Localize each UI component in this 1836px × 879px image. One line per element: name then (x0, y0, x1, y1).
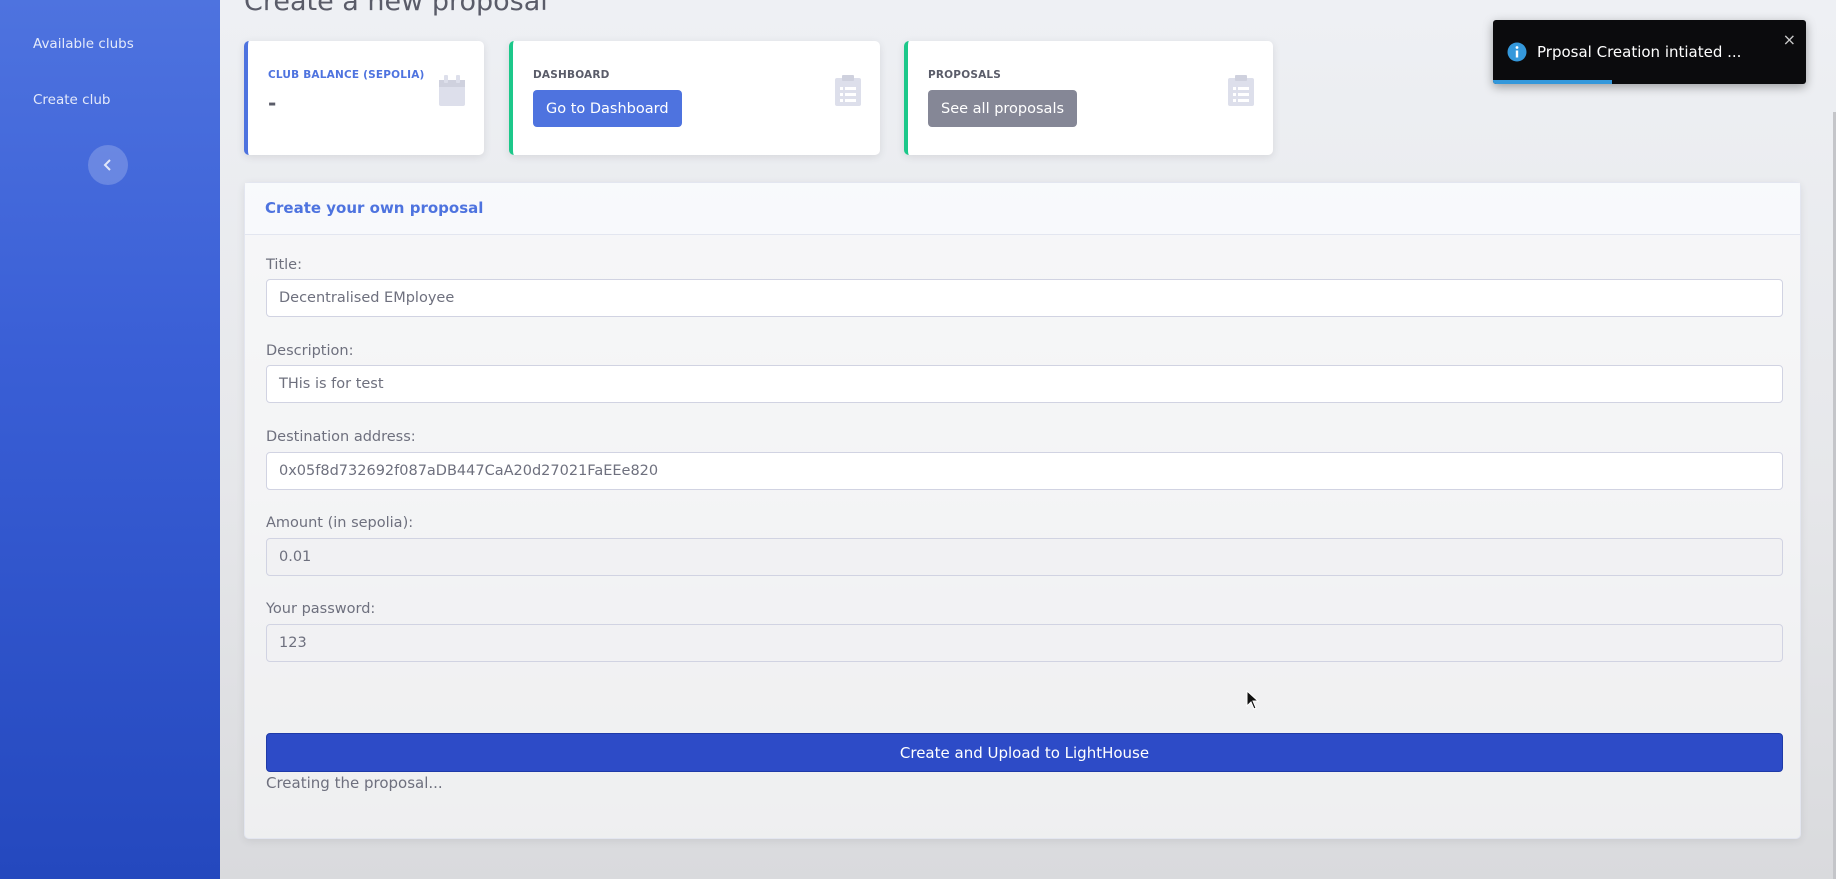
proposals-label: PROPOSALS (928, 69, 1002, 81)
amount-label: Amount (in sepolia): (266, 515, 414, 531)
clipboard-list-icon (1228, 75, 1254, 106)
chevron-left-icon (103, 159, 111, 171)
amount-input[interactable]: 0.01 (266, 538, 1783, 576)
toast-notification: Prposal Creation intiated ... × (1493, 20, 1806, 84)
main-content: Create a new proposal CLUB BALANCE (SEPO… (220, 0, 1836, 879)
toast-progress-track (1493, 80, 1806, 84)
sidebar-item-available-clubs[interactable]: Available clubs (33, 36, 134, 52)
info-icon (1507, 42, 1527, 62)
club-balance-value: - (268, 91, 277, 115)
toast-message: Prposal Creation intiated ... (1537, 43, 1742, 61)
sidebar: Available clubs Create club (0, 0, 220, 879)
calendar-icon (439, 75, 465, 106)
clipboard-list-icon (835, 75, 861, 106)
sidebar-item-create-club[interactable]: Create club (33, 92, 110, 108)
club-balance-label: CLUB BALANCE (SEPOLIA) (268, 69, 425, 81)
toast-progress-bar (1493, 80, 1612, 84)
proposals-card: PROPOSALS See all proposals (904, 41, 1273, 155)
create-proposal-card: Create your own proposal Title: Decentra… (244, 182, 1801, 839)
dashboard-label: DASHBOARD (533, 69, 610, 81)
dashboard-card: DASHBOARD Go to Dashboard (509, 41, 880, 155)
destination-address-label: Destination address: (266, 429, 416, 445)
mouse-cursor-icon (1246, 690, 1260, 710)
status-text: Creating the proposal... (266, 774, 443, 792)
create-and-upload-button[interactable]: Create and Upload to LightHouse (266, 733, 1783, 772)
create-proposal-header: Create your own proposal (245, 183, 1800, 235)
description-label: Description: (266, 343, 354, 359)
destination-address-input[interactable]: 0x05f8d732692f087aDB447CaA20d27021FaEEe8… (266, 452, 1783, 490)
password-input[interactable]: 123 (266, 624, 1783, 662)
club-balance-card: CLUB BALANCE (SEPOLIA) - (244, 41, 484, 155)
title-label: Title: (266, 257, 302, 273)
page-title: Create a new proposal (244, 0, 548, 17)
description-input[interactable]: THis is for test (266, 365, 1783, 403)
go-to-dashboard-button[interactable]: Go to Dashboard (533, 90, 682, 127)
password-label: Your password: (266, 601, 376, 617)
title-input[interactable]: Decentralised EMployee (266, 279, 1783, 317)
see-all-proposals-button[interactable]: See all proposals (928, 90, 1078, 127)
close-icon[interactable]: × (1783, 32, 1796, 48)
sidebar-toggle-button[interactable] (88, 145, 128, 185)
